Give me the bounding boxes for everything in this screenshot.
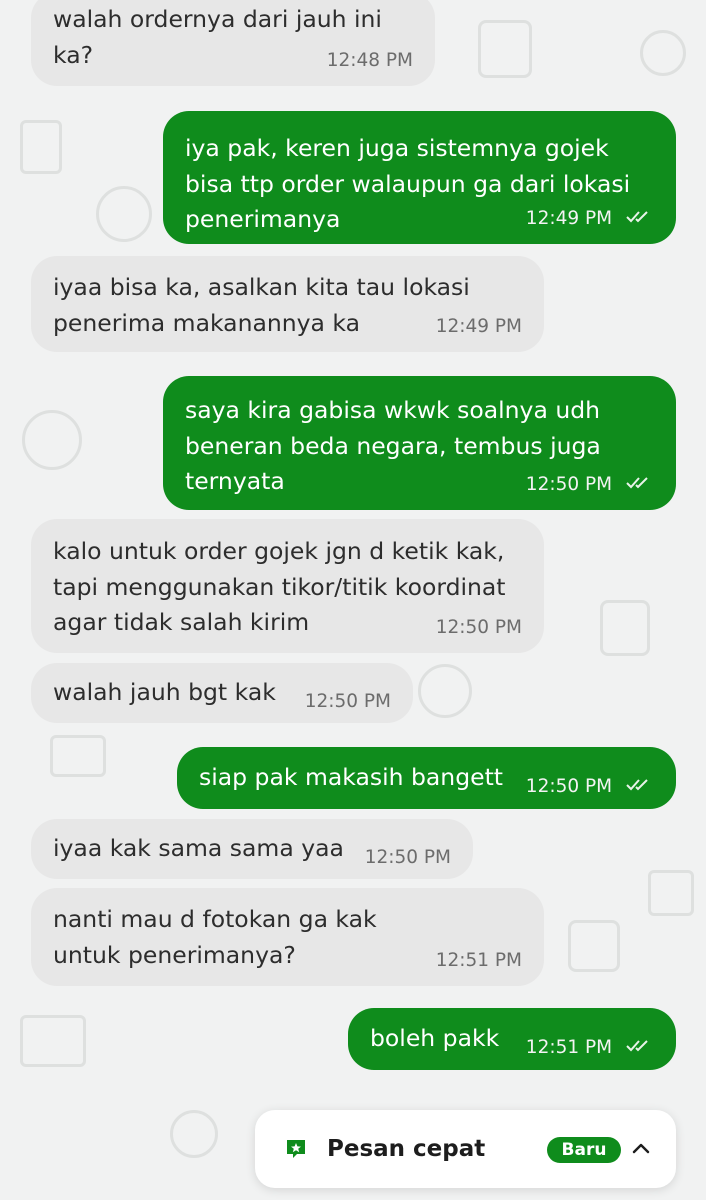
quick-reply-bar[interactable]: Pesan cepat Baru xyxy=(255,1110,676,1188)
message-outgoing[interactable]: siap pak makasih bangett 12:50 PM xyxy=(177,747,676,809)
message-timestamp: 12:51 PM xyxy=(525,1037,613,1058)
message-timestamp: 12:48 PM xyxy=(326,50,413,71)
message-timestamp: 12:49 PM xyxy=(435,316,522,337)
message-timestamp: 12:49 PM xyxy=(525,208,613,229)
message-meta: 12:51 PM xyxy=(526,1037,652,1059)
double-check-icon xyxy=(626,1037,652,1059)
message-incoming[interactable]: iyaa kak sama sama yaa 12:50 PM xyxy=(31,819,473,879)
message-incoming[interactable]: iyaa bisa ka, asalkan kita tau lokasi pe… xyxy=(31,256,544,352)
message-incoming[interactable]: nanti mau d fotokan ga kak untuk penerim… xyxy=(31,888,544,986)
message-meta: 12:50 PM xyxy=(526,474,652,496)
new-badge: Baru xyxy=(547,1137,621,1163)
double-check-icon xyxy=(626,208,652,230)
message-outgoing[interactable]: boleh pakk 12:51 PM xyxy=(348,1008,676,1070)
message-outgoing[interactable]: iya pak, keren juga sistemnya gojek bisa… xyxy=(163,111,676,244)
chevron-up-icon[interactable] xyxy=(630,1138,652,1160)
message-timestamp: 12:50 PM xyxy=(364,847,451,868)
message-timestamp: 12:51 PM xyxy=(435,950,522,971)
double-check-icon xyxy=(626,776,652,798)
message-timestamp: 12:50 PM xyxy=(525,474,613,495)
chat-message-list[interactable]: walah ordernya dari jauh ini ka? 12:48 P… xyxy=(0,0,706,1200)
message-outgoing[interactable]: saya kira gabisa wkwk soalnya udh benera… xyxy=(163,376,676,510)
message-timestamp: 12:50 PM xyxy=(525,776,613,797)
message-incoming[interactable]: kalo untuk order gojek jgn d ketik kak, … xyxy=(31,519,544,653)
message-meta: 12:50 PM xyxy=(526,776,652,798)
message-incoming[interactable]: walah jauh bgt kak 12:50 PM xyxy=(31,663,413,723)
message-meta: 12:49 PM xyxy=(526,208,652,230)
message-timestamp: 12:50 PM xyxy=(304,691,391,712)
message-timestamp: 12:50 PM xyxy=(435,617,522,638)
quick-reply-label: Pesan cepat xyxy=(327,1136,486,1162)
double-check-icon xyxy=(626,474,652,496)
message-incoming[interactable]: walah ordernya dari jauh ini ka? 12:48 P… xyxy=(31,0,435,86)
quick-message-icon xyxy=(285,1138,307,1160)
